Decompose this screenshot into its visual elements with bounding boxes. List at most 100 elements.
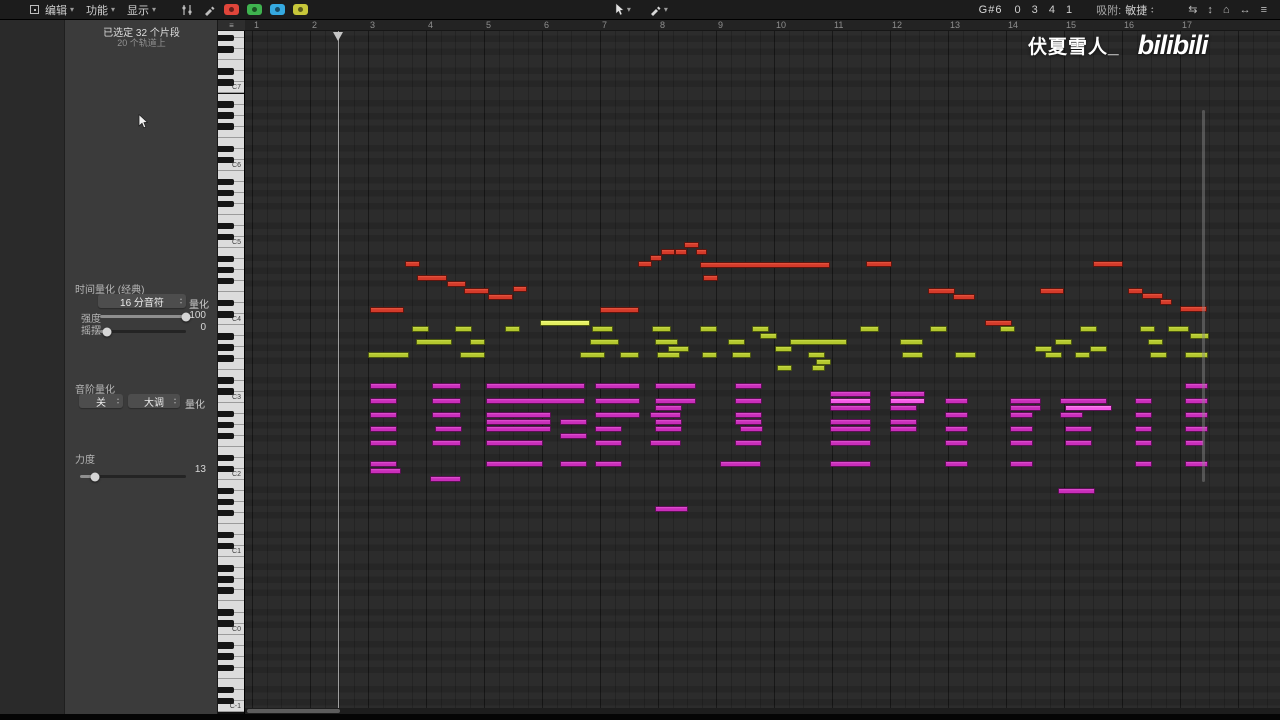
midi-note[interactable]: [830, 461, 871, 467]
black-key[interactable]: [218, 189, 234, 197]
midi-note[interactable]: [928, 288, 955, 294]
midi-note[interactable]: [655, 405, 682, 411]
horizontal-zoom-icon[interactable]: ↔: [1235, 4, 1256, 16]
capture-button[interactable]: [247, 4, 263, 15]
black-key[interactable]: [218, 178, 234, 186]
midi-note[interactable]: [655, 339, 678, 345]
midi-note[interactable]: [652, 326, 671, 332]
midi-note[interactable]: [735, 440, 762, 446]
black-key[interactable]: [218, 664, 234, 671]
black-key[interactable]: [218, 543, 234, 550]
midi-note[interactable]: [486, 426, 551, 432]
midi-note[interactable]: [1065, 426, 1092, 432]
midi-note[interactable]: [702, 352, 717, 358]
scale-quantize-apply-button[interactable]: 量化: [185, 396, 205, 411]
view-options-icon[interactable]: ≡: [1256, 4, 1272, 16]
black-key[interactable]: [218, 576, 234, 583]
midi-note[interactable]: [1160, 299, 1172, 305]
midi-in-button[interactable]: [224, 4, 240, 15]
black-key[interactable]: [218, 642, 234, 649]
midi-note[interactable]: [760, 333, 777, 339]
glue-button[interactable]: [293, 4, 309, 15]
black-key[interactable]: [218, 587, 234, 594]
black-key[interactable]: [218, 377, 234, 384]
midi-note[interactable]: [1010, 461, 1033, 467]
midi-note[interactable]: [435, 426, 462, 432]
velocity-slider[interactable]: [80, 472, 186, 481]
midi-note[interactable]: [1010, 412, 1033, 418]
snap-dropdown[interactable]: 敏捷 ▴ ▾: [1121, 0, 1183, 20]
midi-note[interactable]: [945, 426, 968, 432]
midi-note[interactable]: [370, 468, 401, 474]
black-key[interactable]: [218, 233, 234, 241]
midi-note[interactable]: [560, 433, 587, 439]
midi-note[interactable]: [620, 352, 639, 358]
black-key[interactable]: [218, 465, 234, 473]
black-key[interactable]: [218, 101, 234, 108]
midi-note[interactable]: [486, 440, 543, 446]
black-key[interactable]: [218, 509, 234, 517]
black-key[interactable]: [218, 68, 234, 75]
midi-note[interactable]: [470, 339, 485, 345]
strength-slider[interactable]: [100, 312, 191, 321]
piano-keys[interactable]: C7 C6 C5 C4 C3 C2 C1 C0 C-1: [218, 31, 245, 714]
midi-note[interactable]: [370, 426, 397, 432]
midi-note[interactable]: [486, 383, 585, 389]
midi-note[interactable]: [1060, 398, 1107, 404]
midi-note[interactable]: [945, 412, 968, 418]
midi-note[interactable]: [1190, 333, 1209, 339]
black-key[interactable]: [218, 653, 234, 660]
secondary-tool-selector[interactable]: ▾: [643, 0, 674, 20]
note-area[interactable]: [245, 31, 1280, 708]
midi-note[interactable]: [752, 326, 769, 332]
midi-note[interactable]: [540, 320, 590, 326]
midi-note[interactable]: [460, 352, 485, 358]
midi-note[interactable]: [600, 307, 639, 313]
midi-note[interactable]: [777, 365, 792, 371]
midi-note[interactable]: [720, 461, 761, 467]
midi-note[interactable]: [1065, 440, 1092, 446]
midi-note[interactable]: [732, 352, 751, 358]
midi-note[interactable]: [580, 352, 605, 358]
midi-note[interactable]: [595, 398, 640, 404]
black-key[interactable]: [218, 620, 234, 627]
black-key[interactable]: [218, 123, 234, 130]
midi-note[interactable]: [1000, 326, 1015, 332]
midi-note[interactable]: [447, 281, 466, 287]
midi-note[interactable]: [1128, 288, 1143, 294]
midi-note[interactable]: [455, 326, 472, 332]
midi-note[interactable]: [486, 398, 585, 404]
slider-thumb[interactable]: [90, 472, 100, 481]
auto-scroll-icon[interactable]: ⇆: [1183, 3, 1202, 16]
midi-note[interactable]: [816, 359, 831, 365]
midi-note[interactable]: [370, 440, 397, 446]
midi-note[interactable]: [657, 352, 680, 358]
black-key[interactable]: [218, 432, 234, 439]
midi-note[interactable]: [370, 461, 397, 467]
midi-note[interactable]: [513, 286, 527, 292]
midi-note[interactable]: [1040, 288, 1064, 294]
midi-note[interactable]: [735, 412, 762, 418]
black-key[interactable]: [218, 498, 234, 506]
midi-note[interactable]: [650, 412, 681, 418]
midi-note[interactable]: [1135, 412, 1152, 418]
menu-view[interactable]: 显示 ▾: [121, 0, 162, 20]
black-key[interactable]: [218, 355, 234, 362]
midi-note[interactable]: [955, 352, 976, 358]
midi-note[interactable]: [830, 405, 871, 411]
slider-thumb[interactable]: [102, 327, 112, 336]
midi-note[interactable]: [505, 326, 520, 332]
midi-note[interactable]: [945, 440, 968, 446]
midi-note[interactable]: [735, 398, 762, 404]
black-key[interactable]: [218, 410, 234, 417]
midi-note[interactable]: [1075, 352, 1090, 358]
midi-note[interactable]: [790, 339, 847, 345]
midi-note[interactable]: [675, 249, 687, 255]
swing-slider[interactable]: [100, 327, 186, 336]
midi-note[interactable]: [1148, 339, 1163, 345]
time-quantize-apply-button[interactable]: 量化: [189, 296, 209, 311]
midi-note[interactable]: [1135, 426, 1152, 432]
playhead-marker[interactable]: [333, 32, 343, 41]
midi-note[interactable]: [488, 294, 513, 300]
black-key[interactable]: [218, 487, 234, 495]
